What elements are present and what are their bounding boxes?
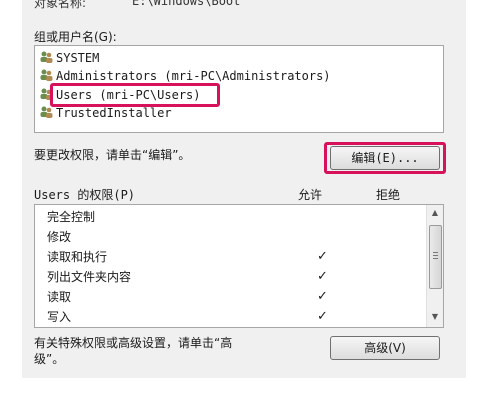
list-item-label: SYSTEM — [56, 51, 100, 65]
users-highlight-box — [50, 83, 220, 107]
right-margin — [466, 0, 480, 394]
user-group-icon — [39, 68, 53, 82]
scroll-thumb[interactable] — [429, 225, 442, 289]
permissions-scrollbar[interactable]: ▲ ▼ — [426, 205, 443, 327]
list-item-label: Administrators (mri-PC\Administrators) — [56, 69, 331, 83]
advanced-hint-line1: 有关特殊权限或高级设置，请单击“高 — [34, 336, 233, 350]
permissions-title: Users 的权限(P) — [34, 188, 136, 202]
advanced-hint-line2: 级”。 — [34, 352, 65, 366]
permission-name: 完全控制 — [47, 210, 96, 224]
allow-check: ✓ — [317, 249, 328, 264]
advanced-button[interactable]: 高级(V) — [330, 336, 440, 360]
scroll-down-arrow-icon[interactable]: ▼ — [427, 309, 443, 325]
permission-row: 读取和执行 ✓ — [47, 247, 328, 267]
edit-hint: 要更改权限，请单击“编辑”。 — [34, 148, 191, 162]
user-group-icon — [39, 50, 53, 64]
permission-name: 写入 — [47, 310, 72, 324]
list-item-label: TrustedInstaller — [56, 106, 172, 120]
object-name-value: E:\Windows\Boot — [132, 0, 241, 8]
permission-row: 读取 ✓ — [47, 287, 328, 307]
allow-check: ✓ — [317, 269, 328, 284]
permission-row: 写入 ✓ — [47, 307, 328, 327]
bottom-margin — [0, 378, 480, 394]
allow-check: ✓ — [317, 309, 328, 324]
scroll-up-arrow-icon[interactable]: ▲ — [427, 205, 443, 221]
group-user-label: 组或用户名(G): — [34, 30, 117, 44]
object-name-row: 对象名称: E:\Windows\Boot — [34, 0, 240, 11]
permission-row: 修改 — [47, 227, 71, 247]
permission-row: 完全控制 — [47, 207, 95, 227]
allow-check: ✓ — [317, 289, 328, 304]
permission-name: 列出文件夹内容 — [47, 270, 132, 284]
grip-line — [433, 255, 438, 256]
permissions-table: 完全控制 修改 读取和执行 ✓ 列出文件夹内容 ✓ 读取 ✓ 写入 ✓ ▲ ▼ — [34, 204, 444, 328]
object-name-label: 对象名称: — [34, 0, 87, 10]
grip-line — [433, 258, 438, 259]
deny-header: 拒绝 — [376, 188, 401, 202]
list-item-system[interactable]: SYSTEM — [39, 49, 99, 67]
permission-name: 读取 — [47, 290, 72, 304]
user-group-icon — [39, 105, 53, 119]
permission-row: 列出文件夹内容 ✓ — [47, 267, 328, 287]
edit-highlight-box — [324, 142, 446, 174]
allow-header: 允许 — [298, 188, 323, 202]
permission-name: 读取和执行 — [47, 250, 108, 264]
grip-line — [433, 252, 438, 253]
permission-name: 修改 — [47, 230, 72, 244]
